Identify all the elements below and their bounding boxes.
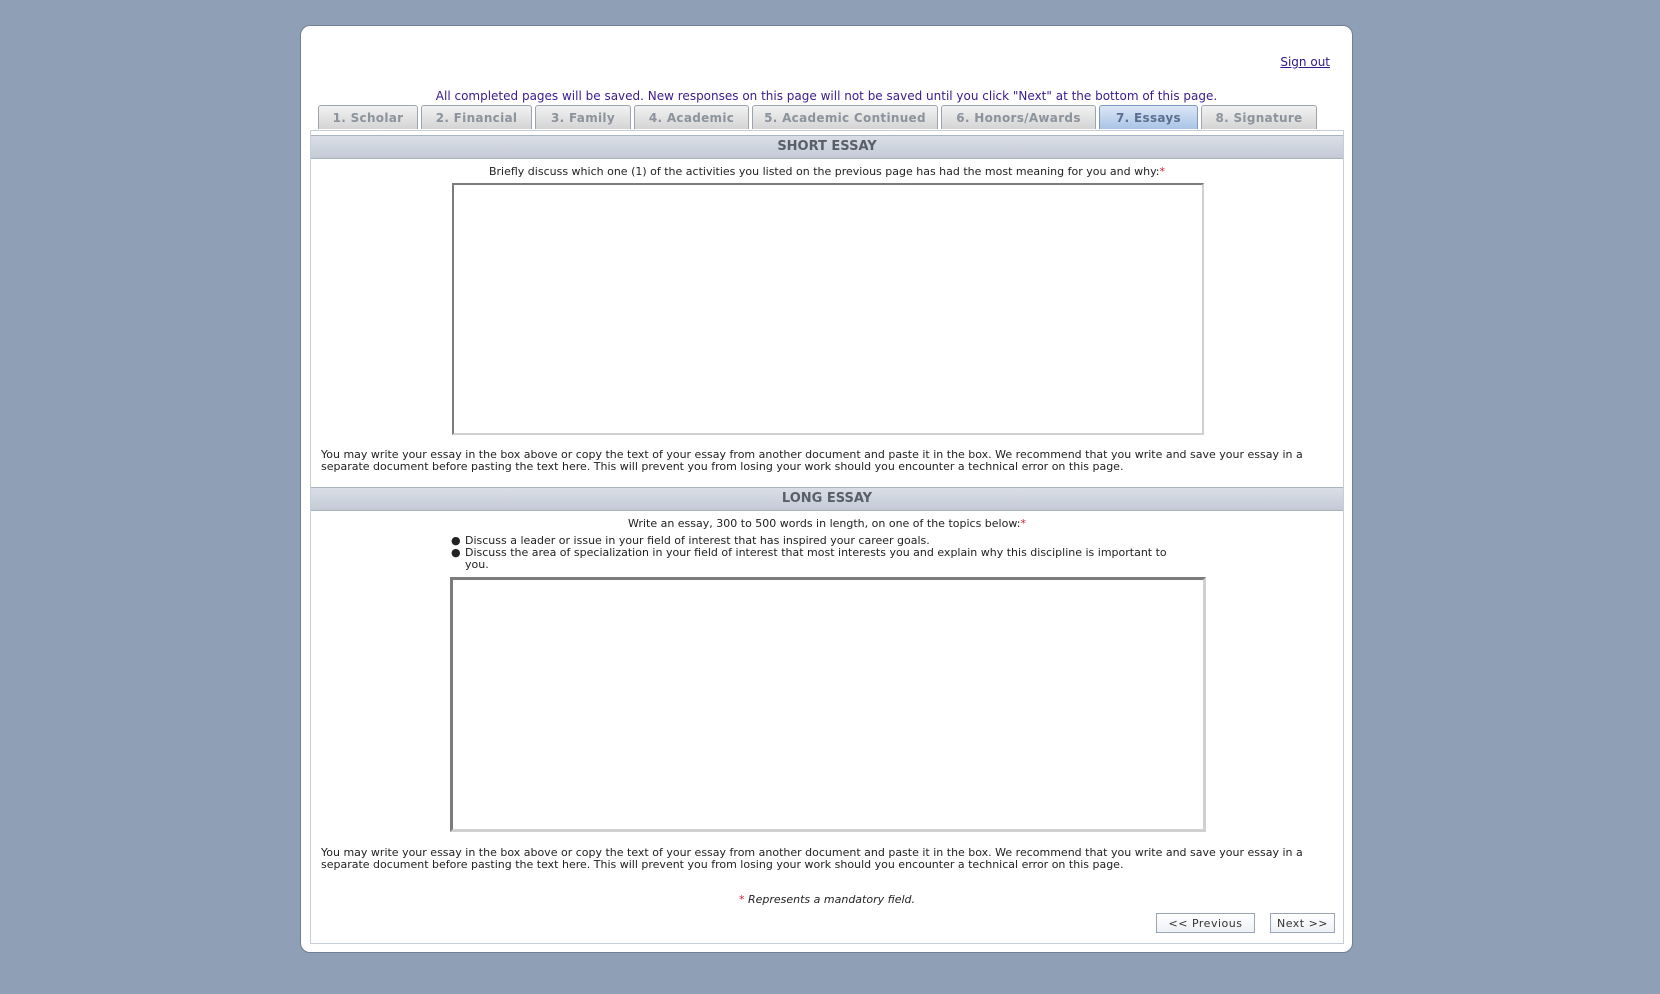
essays-form: SHORT ESSAY Briefly discuss which one (1… — [310, 130, 1344, 944]
tab-academic-continued[interactable]: 5. Academic Continued — [752, 105, 938, 129]
short-essay-help: You may write your essay in the box abov… — [321, 448, 1303, 473]
step-tabs: 1. Scholar 2. Financial 3. Family 4. Aca… — [318, 105, 1317, 130]
tab-family[interactable]: 3. Family — [535, 105, 631, 129]
required-asterisk: * — [1020, 517, 1026, 530]
tab-essays[interactable]: 7. Essays — [1099, 105, 1198, 129]
mandatory-text: Represents a mandatory field. — [747, 893, 916, 906]
list-item: ● Discuss the area of specialization in … — [451, 547, 1171, 571]
save-notice: All completed pages will be saved. New r… — [435, 89, 1218, 103]
mandatory-note: * Represents a mandatory field. — [311, 893, 1343, 906]
required-asterisk: * — [1159, 165, 1166, 178]
tab-honors-awards[interactable]: 6. Honors/Awards — [941, 105, 1096, 129]
long-essay-prompt: Write an essay, 300 to 500 words in leng… — [311, 517, 1343, 530]
tab-academic[interactable]: 4. Academic — [634, 105, 749, 129]
short-essay-prompt-text: Briefly discuss which one (1) of the act… — [488, 165, 1160, 178]
short-essay-header: SHORT ESSAY — [311, 135, 1343, 159]
long-essay-textarea[interactable] — [450, 577, 1206, 832]
bullet-icon: ● — [451, 546, 461, 559]
next-button[interactable]: Next >> — [1270, 913, 1335, 933]
tab-financial[interactable]: 2. Financial — [421, 105, 532, 129]
tab-signature[interactable]: 8. Signature — [1201, 105, 1317, 129]
long-essay-header: LONG ESSAY — [311, 487, 1343, 511]
tab-scholar[interactable]: 1. Scholar — [318, 105, 418, 129]
sign-out-link[interactable]: Sign out — [1280, 55, 1330, 69]
short-essay-prompt: Briefly discuss which one (1) of the act… — [311, 165, 1343, 178]
short-essay-textarea[interactable] — [452, 183, 1204, 435]
long-essay-help: You may write your essay in the box abov… — [321, 846, 1303, 871]
required-asterisk: * — [738, 893, 745, 906]
topic-text: Discuss the area of specialization in yo… — [465, 546, 1167, 571]
previous-button[interactable]: << Previous — [1156, 913, 1255, 933]
essay-topics-list: ● Discuss a leader or issue in your fiel… — [451, 535, 1171, 571]
long-essay-prompt-text: Write an essay, 300 to 500 words in leng… — [628, 517, 1021, 530]
application-card: Sign out All completed pages will be sav… — [300, 25, 1353, 953]
